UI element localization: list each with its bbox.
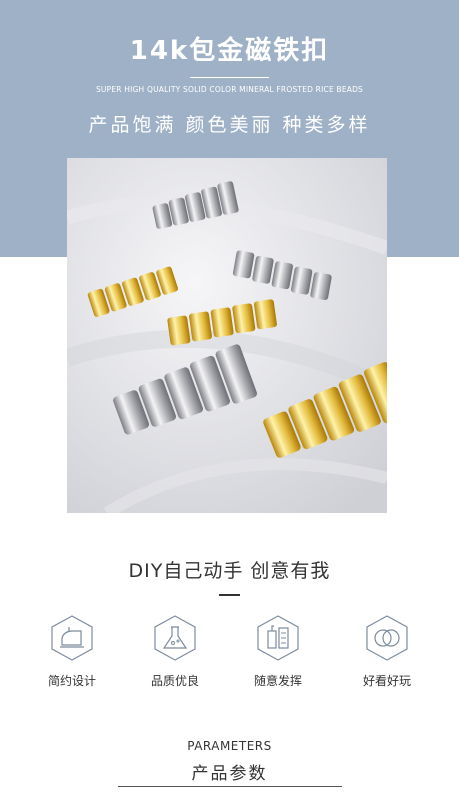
parameters-heading-en: PARAMETERS — [187, 739, 272, 753]
parameters-heading-cn: 产品参数 — [191, 764, 268, 784]
rings-icon — [366, 615, 408, 661]
feature-label: 好看好玩 — [362, 674, 411, 688]
feature-quality: 品质优良 — [145, 614, 205, 694]
feature-simple-design: 简约设计 — [42, 614, 102, 694]
feature-freedom: 随意发挥 — [248, 614, 308, 694]
feature-label: 随意发挥 — [253, 674, 302, 688]
page-title: 14k包金磁铁扣 — [129, 36, 330, 66]
magnetic-clasps-image — [67, 158, 387, 513]
tools-icon — [257, 615, 299, 661]
flask-icon — [154, 615, 196, 661]
english-subtitle: SUPER HIGH QUALITY SOLID COLOR MINERAL F… — [95, 85, 364, 94]
diy-headline: DIY自己动手 创意有我 — [128, 560, 331, 582]
parameters-divider — [118, 786, 342, 787]
iron-icon — [51, 615, 93, 661]
feature-label: 品质优良 — [150, 674, 199, 688]
feature-fun: 好看好玩 — [357, 614, 417, 694]
feature-label: 简约设计 — [47, 674, 96, 688]
diy-divider — [219, 594, 240, 596]
product-photo — [67, 158, 387, 513]
title-divider — [190, 77, 269, 78]
slogan: 产品饱满 颜色美丽 种类多样 — [88, 114, 371, 136]
